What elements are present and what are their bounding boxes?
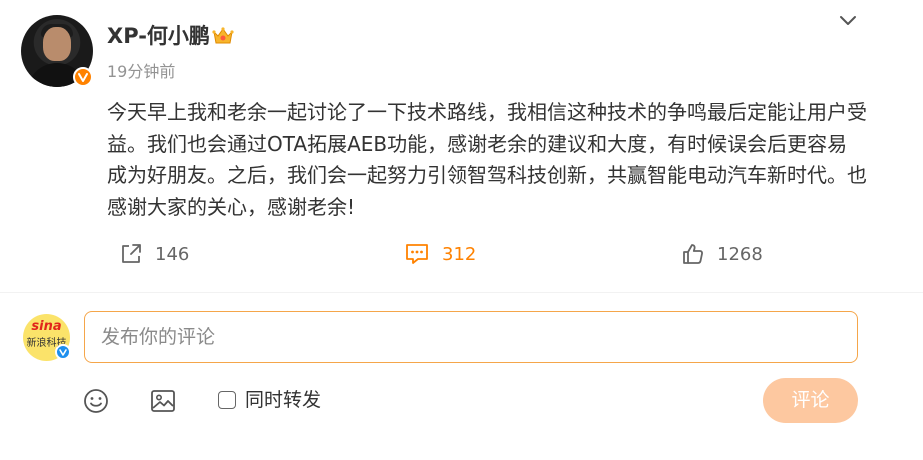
share-button[interactable]: 146: [119, 240, 189, 268]
like-button[interactable]: 1268: [681, 240, 763, 268]
sina-logo: sina: [31, 319, 62, 334]
verified-badge-icon: [55, 344, 71, 360]
chevron-down-icon[interactable]: [838, 14, 858, 28]
post-text: 今天早上我和老余一起讨论了一下技术路线，我相信这种技术的争鸣最后定能让用户受益。…: [107, 100, 867, 219]
submit-comment-button[interactable]: 评论: [763, 378, 858, 423]
verified-badge-icon: [73, 67, 93, 87]
divider: [0, 292, 923, 293]
comment-button[interactable]: 312: [404, 240, 476, 268]
avatar-face: [43, 27, 71, 61]
share-icon: [122, 244, 141, 263]
repost-checkbox[interactable]: [218, 391, 236, 409]
post-timestamp[interactable]: 19分钟前: [107, 62, 175, 82]
like-count: 1268: [717, 243, 763, 265]
thumbs-up-icon: [683, 244, 703, 264]
comment-input[interactable]: [84, 311, 858, 363]
emoji-icon[interactable]: [83, 388, 109, 414]
share-count: 146: [155, 243, 190, 265]
comment-icon: [406, 244, 428, 264]
image-icon[interactable]: [149, 387, 177, 415]
comment-count: 312: [442, 243, 477, 265]
repost-label[interactable]: 同时转发: [245, 388, 321, 412]
author-name[interactable]: XP-何小鹏: [107, 22, 210, 50]
crown-icon: [212, 27, 234, 44]
